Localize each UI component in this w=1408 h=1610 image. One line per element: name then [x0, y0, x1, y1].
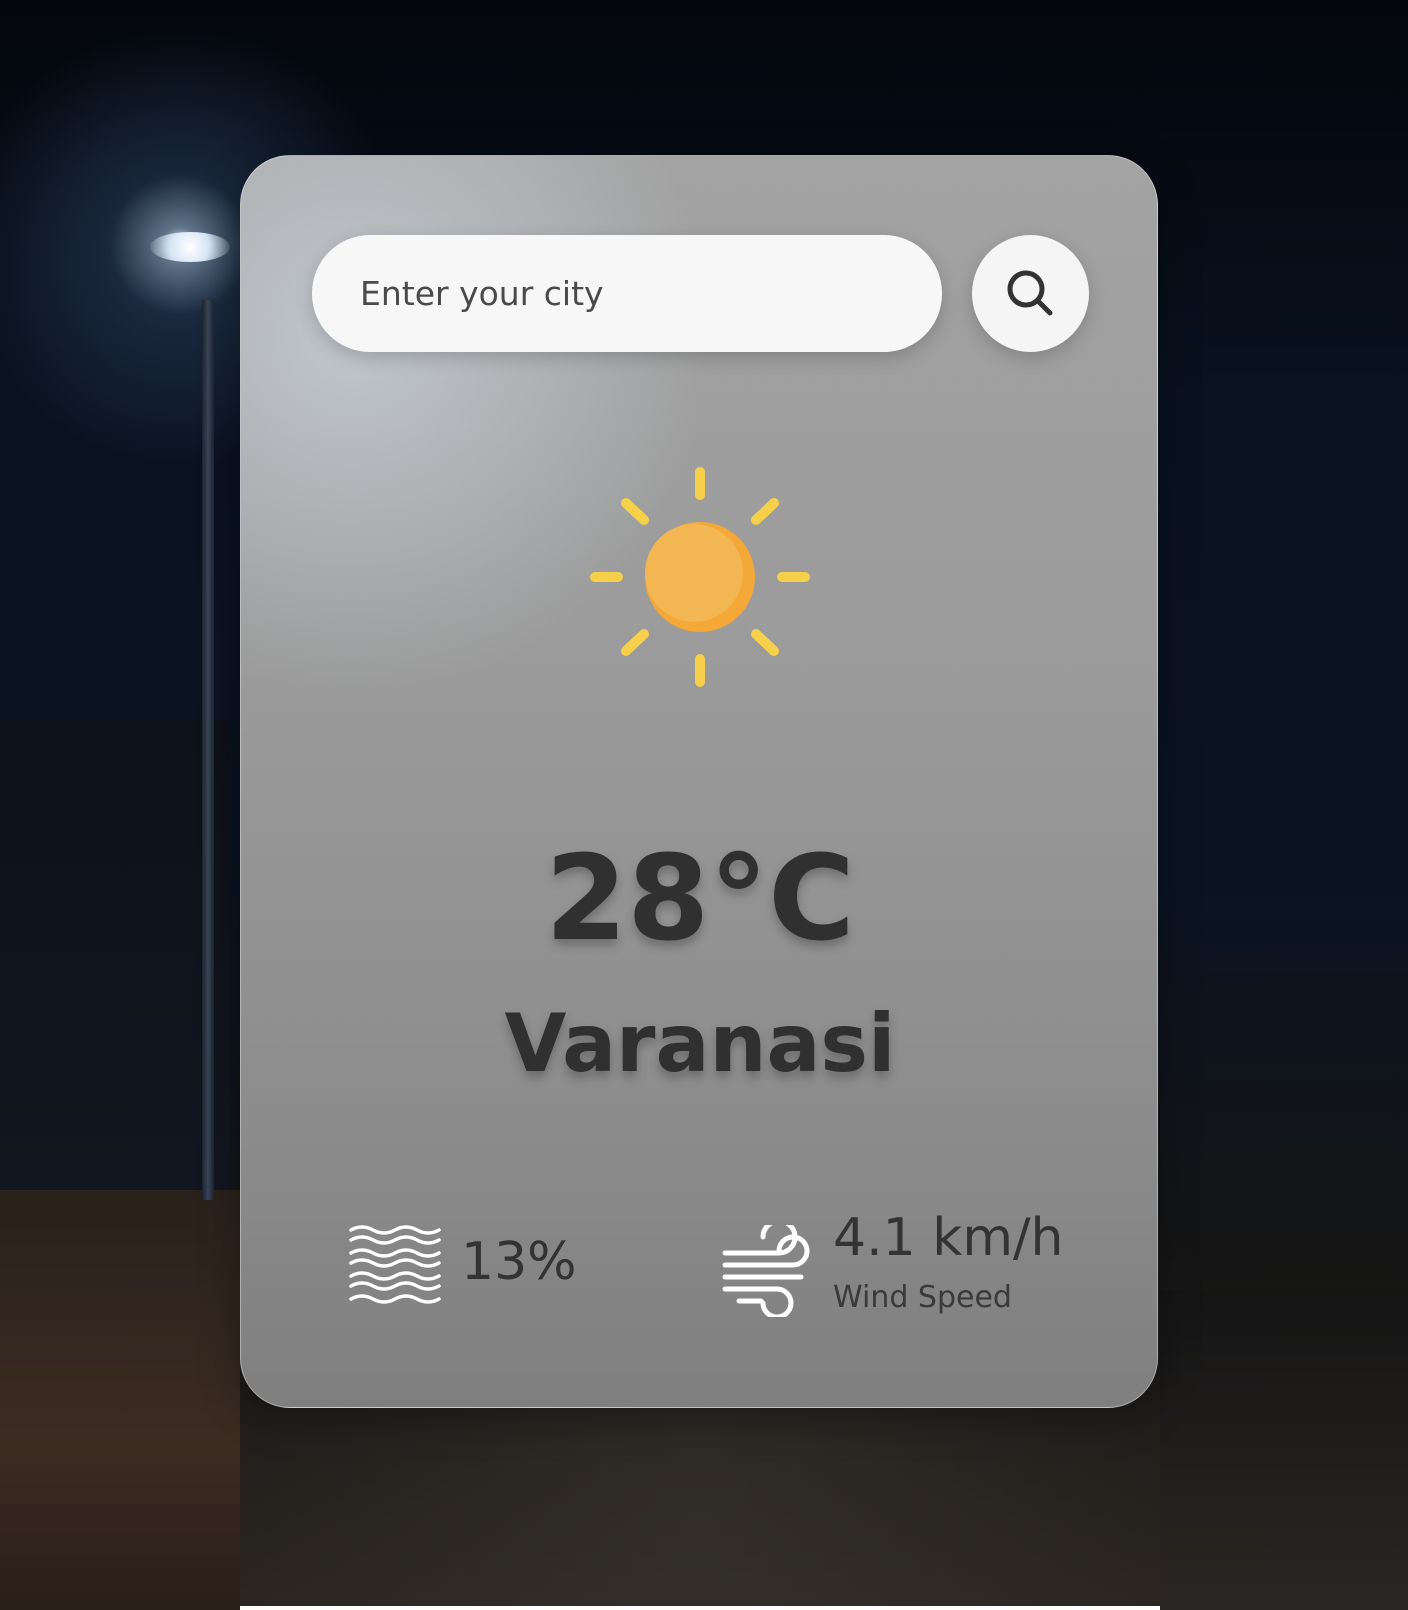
weather-card: 28°C Varanasi 13%	[240, 155, 1158, 1408]
search-icon	[1007, 270, 1052, 315]
wind-icon	[722, 1225, 810, 1317]
wind-speed-value: 4.1 km/h	[833, 1208, 1064, 1268]
background-building	[0, 720, 230, 1200]
city-name: Varanasi	[504, 997, 896, 1090]
search-row	[312, 235, 1089, 352]
background-lamp-light	[150, 232, 230, 262]
city-search-input[interactable]	[312, 235, 942, 352]
humidity-value: 13%	[461, 1232, 577, 1292]
wind-stat: 4.1 km/h Wind Speed	[721, 1208, 1063, 1320]
background-ghat	[0, 1190, 240, 1610]
wind-texts: 4.1 km/h Wind Speed	[833, 1208, 1063, 1320]
humidity-stat: 13%	[349, 1216, 577, 1308]
temperature: 28°C	[545, 829, 855, 967]
humidity-waves-icon	[349, 1225, 441, 1304]
background-boats	[1160, 1290, 1408, 1610]
sun-icon	[590, 467, 810, 687]
search-button[interactable]	[972, 235, 1089, 352]
background-lamp-post	[202, 300, 214, 1200]
wind-speed-label: Wind Speed	[833, 1280, 1012, 1315]
